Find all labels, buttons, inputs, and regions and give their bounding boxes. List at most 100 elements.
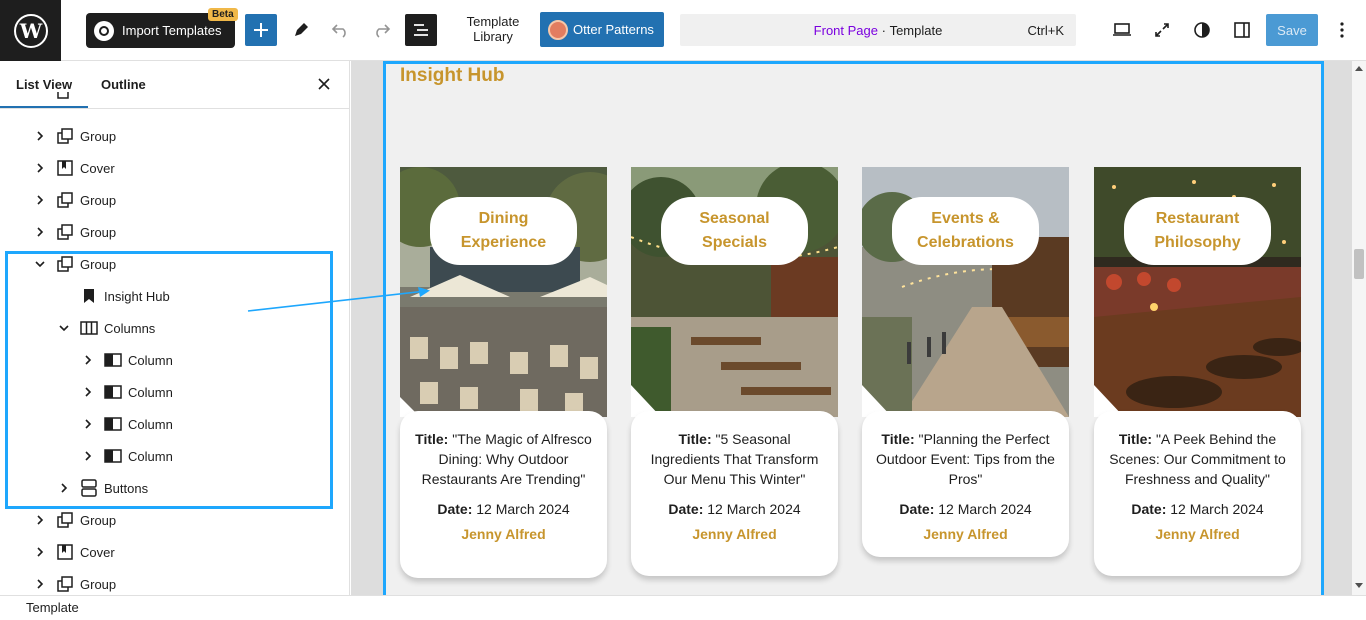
post-card-author: Jenny Alfred: [692, 526, 777, 542]
undo-icon: [331, 24, 346, 38]
group-icon: [56, 223, 74, 241]
tree-item-label: Group: [80, 576, 117, 592]
device-preview-button[interactable]: [1106, 14, 1138, 46]
document-overview-button[interactable]: [405, 14, 437, 46]
post-card-category: Dining Experience: [430, 197, 577, 265]
canvas-scrollbar[interactable]: [1352, 61, 1366, 595]
panel-tabs: List View Outline: [0, 61, 349, 109]
group-icon: [56, 511, 74, 529]
connector-arrow-icon: [247, 287, 430, 312]
post-card-title: Title: "A Peek Behind the Scenes: Our Co…: [1109, 431, 1286, 487]
post-card-date: Date: 12 March 2024: [437, 501, 570, 517]
expand-icon: [1155, 23, 1169, 37]
redo-icon: [376, 24, 391, 38]
post-card-body: Title: "A Peek Behind the Scenes: Our Co…: [1094, 411, 1301, 576]
options-menu-button[interactable]: [1326, 14, 1358, 46]
group-icon: [56, 575, 74, 593]
post-card-body: Title: "5 Seasonal Ingredients That Tran…: [631, 411, 838, 576]
chevron-right-icon[interactable]: [34, 514, 46, 526]
tree-item-label: Cover: [80, 160, 115, 176]
add-block-button[interactable]: [245, 14, 277, 46]
otter-avatar-icon: [548, 19, 568, 40]
tree-item-cover[interactable]: Cover: [0, 152, 349, 184]
cover-icon: [56, 159, 74, 177]
settings-sidebar-button[interactable]: [1226, 14, 1258, 46]
import-templates-label: Import Templates: [122, 23, 222, 38]
editor-canvas[interactable]: Insight Hub Dining Experience Title: "The…: [351, 61, 1352, 595]
laptop-icon: [1113, 23, 1131, 36]
post-card-body: Title: "The Magic of Alfresco Dining: Wh…: [400, 411, 607, 578]
tree-item-group[interactable]: Group: [0, 120, 349, 152]
cover-icon: [56, 543, 74, 561]
chevron-right-icon[interactable]: [34, 162, 46, 174]
close-panel-icon[interactable]: [315, 75, 333, 93]
tree-row-partial: [0, 92, 349, 100]
fullscreen-button[interactable]: [1146, 14, 1178, 46]
import-icon: [94, 20, 114, 41]
breadcrumb-bar: Template: [0, 595, 1366, 620]
styles-button[interactable]: [1186, 14, 1218, 46]
command-separator: ·: [878, 22, 890, 38]
post-card-date: Date: 12 March 2024: [1131, 501, 1264, 517]
editor-toolbar: W Import Templates Beta Template Library…: [0, 0, 1366, 61]
tree-item-group[interactable]: Group: [0, 184, 349, 216]
list-view-icon: [414, 24, 428, 36]
command-shortcut: Ctrl+K: [1027, 22, 1064, 38]
scroll-down-icon: [1355, 583, 1363, 588]
tab-list-view[interactable]: List View: [0, 77, 89, 108]
contrast-icon: [1194, 22, 1210, 38]
beta-badge: Beta: [208, 8, 238, 21]
sidebar-icon: [1234, 22, 1250, 38]
edit-tool-button[interactable]: [285, 14, 317, 46]
post-card-author: Jenny Alfred: [923, 526, 1008, 542]
otter-patterns-button[interactable]: Otter Patterns: [540, 12, 664, 47]
chevron-right-icon[interactable]: [34, 130, 46, 142]
undo-button[interactable]: [325, 14, 357, 46]
tree-item-label: Group: [80, 512, 117, 528]
post-card-title: Title: "Planning the Perfect Outdoor Eve…: [876, 431, 1055, 487]
post-card-date: Date: 12 March 2024: [899, 501, 1032, 517]
svg-text:W: W: [18, 19, 42, 43]
post-card-body: Title: "Planning the Perfect Outdoor Eve…: [862, 411, 1069, 557]
tree-item-cover[interactable]: Cover: [0, 536, 349, 568]
redo-button[interactable]: [365, 14, 397, 46]
scroll-up-icon: [1355, 66, 1363, 71]
insight-hub-heading[interactable]: Insight Hub: [400, 65, 504, 87]
post-card-title: Title: "The Magic of Alfresco Dining: Wh…: [415, 431, 592, 487]
tab-outline[interactable]: Outline: [101, 77, 146, 92]
breadcrumb-template[interactable]: Template: [26, 600, 79, 615]
more-vertical-icon: [1340, 22, 1344, 38]
chevron-right-icon[interactable]: [34, 546, 46, 558]
post-card-category: Events & Celebrations: [892, 197, 1039, 265]
command-palette-bar[interactable]: Front Page · Template Ctrl+K: [680, 14, 1076, 46]
tree-item-label: Cover: [80, 544, 115, 560]
post-card-date: Date: 12 March 2024: [668, 501, 801, 517]
wordpress-logo-icon[interactable]: W: [0, 0, 61, 61]
save-button[interactable]: Save: [1266, 14, 1318, 46]
post-card-category: Seasonal Specials: [661, 197, 808, 265]
template-library-button[interactable]: Template Library: [455, 14, 531, 44]
chevron-right-icon[interactable]: [34, 226, 46, 238]
chevron-right-icon[interactable]: [34, 194, 46, 206]
command-page-name: Front Page: [813, 22, 878, 38]
pencil-icon: [295, 23, 308, 36]
tree-item-label: Group: [80, 192, 117, 208]
group-icon: [56, 191, 74, 209]
tree-item-label: Group: [80, 128, 117, 144]
tree-item-group[interactable]: Group: [0, 216, 349, 248]
post-card-author: Jenny Alfred: [1155, 526, 1240, 542]
post-card-category: Restaurant Philosophy: [1124, 197, 1271, 265]
post-card-author: Jenny Alfred: [461, 526, 546, 542]
command-type: Template: [889, 22, 943, 38]
list-view-panel: List View Outline Group Cover Group Group Gr…: [0, 61, 350, 595]
tree-item-group[interactable]: Group: [0, 568, 349, 595]
group-icon: [56, 127, 74, 145]
plus-icon: [254, 23, 268, 37]
group-icon: [56, 92, 74, 100]
tree-item-label: Group: [80, 224, 117, 240]
template-page: Insight Hub Dining Experience Title: "The…: [384, 61, 1322, 595]
post-card-title: Title: "5 Seasonal Ingredients That Tran…: [650, 431, 819, 487]
chevron-right-icon[interactable]: [34, 578, 46, 590]
scrollbar-thumb[interactable]: [1354, 249, 1364, 279]
otter-patterns-label: Otter Patterns: [573, 22, 654, 37]
